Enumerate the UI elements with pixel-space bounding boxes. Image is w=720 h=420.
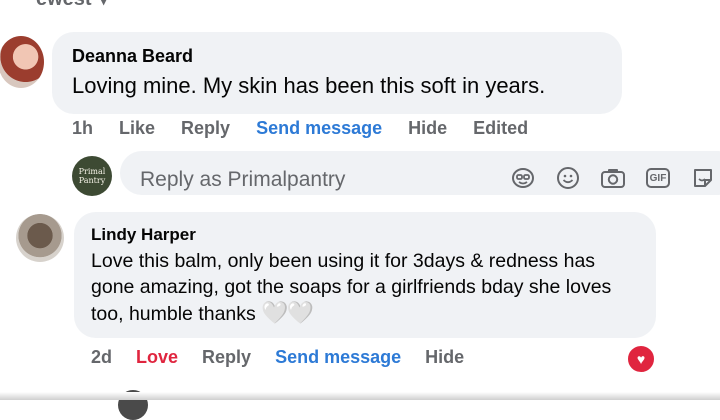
like-button[interactable]: Like (119, 118, 155, 139)
sort-label: ewest (36, 0, 92, 11)
reply-placeholder: Reply as Primalpantry (140, 168, 346, 191)
camera-icon[interactable] (600, 165, 626, 191)
comment-text-body: Love this balm, only been using it for 3… (91, 250, 612, 325)
gif-label: GIF (646, 168, 670, 188)
comment-time[interactable]: 2d (91, 347, 112, 368)
edited-label[interactable]: Edited (473, 118, 528, 139)
send-message-button[interactable]: Send message (275, 347, 401, 368)
comment-author[interactable]: Deanna Beard (72, 46, 193, 67)
reply-button[interactable]: Reply (181, 118, 230, 139)
chevron-down-icon: ▾ (99, 0, 108, 9)
comment-time[interactable]: 1h (72, 118, 93, 139)
send-message-button[interactable]: Send message (256, 118, 382, 139)
white-heart-emoji: 🤍🤍 (261, 300, 314, 325)
comment-text: Loving mine. My skin has been this soft … (72, 73, 546, 98)
hide-button[interactable]: Hide (408, 118, 447, 139)
heart-reaction-icon[interactable]: ♥ (626, 344, 656, 374)
comment-actions: 1h Like Reply Send message Hide Edited (72, 118, 554, 139)
sticker-icon[interactable] (690, 165, 716, 191)
hide-button[interactable]: Hide (425, 347, 464, 368)
avatar-sticker-icon[interactable] (510, 165, 536, 191)
avatar[interactable] (16, 214, 64, 262)
comment-sort-dropdown[interactable]: ewest ▾ (36, 0, 108, 11)
page-avatar-text: Primal Pantry (78, 167, 106, 185)
comment-actions: 2d Love Reply Send message Hide (91, 347, 488, 368)
page-avatar: Primal Pantry (72, 156, 112, 196)
avatar[interactable] (0, 36, 44, 88)
reply-button[interactable]: Reply (202, 347, 251, 368)
bottom-shadow (0, 392, 720, 400)
emoji-icon[interactable] (555, 165, 581, 191)
comment-text: Love this balm, only been using it for 3… (91, 248, 631, 327)
comment-author[interactable]: Lindy Harper (91, 225, 196, 245)
gif-icon[interactable]: GIF (645, 165, 671, 191)
love-reaction-button[interactable]: Love (136, 347, 178, 368)
